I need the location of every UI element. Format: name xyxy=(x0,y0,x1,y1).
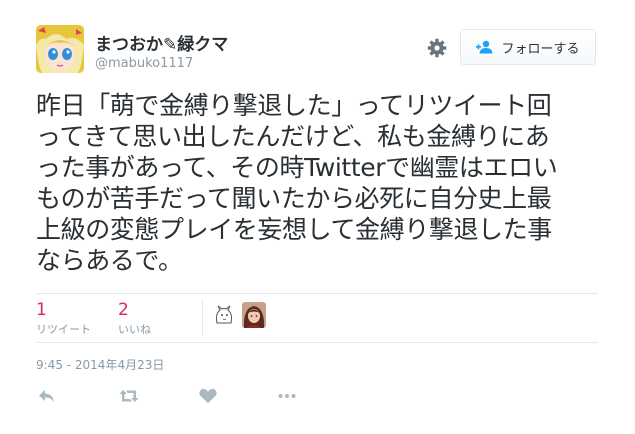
tweet-text: 昨日「萌で金縛り撃退した」ってリツイート回 ってきて思い出したんだけど、私も金縛… xyxy=(36,90,606,276)
user-avatar[interactable] xyxy=(36,25,84,73)
retweet-icon[interactable] xyxy=(119,387,139,405)
liker-avatar[interactable] xyxy=(242,302,266,328)
person-add-icon xyxy=(476,40,496,54)
tweet-text-line: ものが苦手だって聞いたから必死に自分史上最 xyxy=(36,184,552,213)
divider xyxy=(36,342,598,343)
follow-button-label: フォローする xyxy=(501,41,580,57)
divider xyxy=(36,293,598,294)
tweet-text-line: 昨日「萌で金縛り撃退した」ってリツイート回 xyxy=(36,91,552,120)
retweet-stat[interactable]: 1 リツイート xyxy=(36,300,91,337)
liker-avatar[interactable] xyxy=(212,302,236,328)
more-icon[interactable] xyxy=(277,387,297,405)
retweet-count: 1 xyxy=(36,300,47,320)
tweet-text-line: った事があって、その時Twitterで幽霊はエロい xyxy=(36,153,558,182)
user-screen-name[interactable]: @mabuko1117 xyxy=(95,56,193,71)
user-display-name[interactable]: まつおか✎緑クマ xyxy=(95,30,228,55)
follow-button[interactable]: フォローする xyxy=(460,29,596,65)
tweet-text-line: 上級の変態プレイを妄想して金縛り撃退した事 xyxy=(36,215,552,244)
stats-separator xyxy=(202,300,203,336)
tweet-card: まつおか✎緑クマ @mabuko1117 フォローする 昨日「萌で金縛り撃退した… xyxy=(0,0,635,434)
tweet-text-line: ならあるで。 xyxy=(36,246,183,275)
tweet-text-line: ってきて思い出したんだけど、私も金縛りにあ xyxy=(36,122,550,151)
like-stat[interactable]: 2 いいね xyxy=(118,300,151,337)
like-label: いいね xyxy=(118,323,151,336)
gear-icon[interactable] xyxy=(427,38,447,58)
like-count: 2 xyxy=(118,300,129,320)
retweet-label: リツイート xyxy=(36,323,91,336)
reply-icon[interactable] xyxy=(37,387,57,405)
tweet-timestamp[interactable]: 9:45 - 2014年4月23日 xyxy=(36,356,164,373)
heart-icon[interactable] xyxy=(198,387,218,405)
